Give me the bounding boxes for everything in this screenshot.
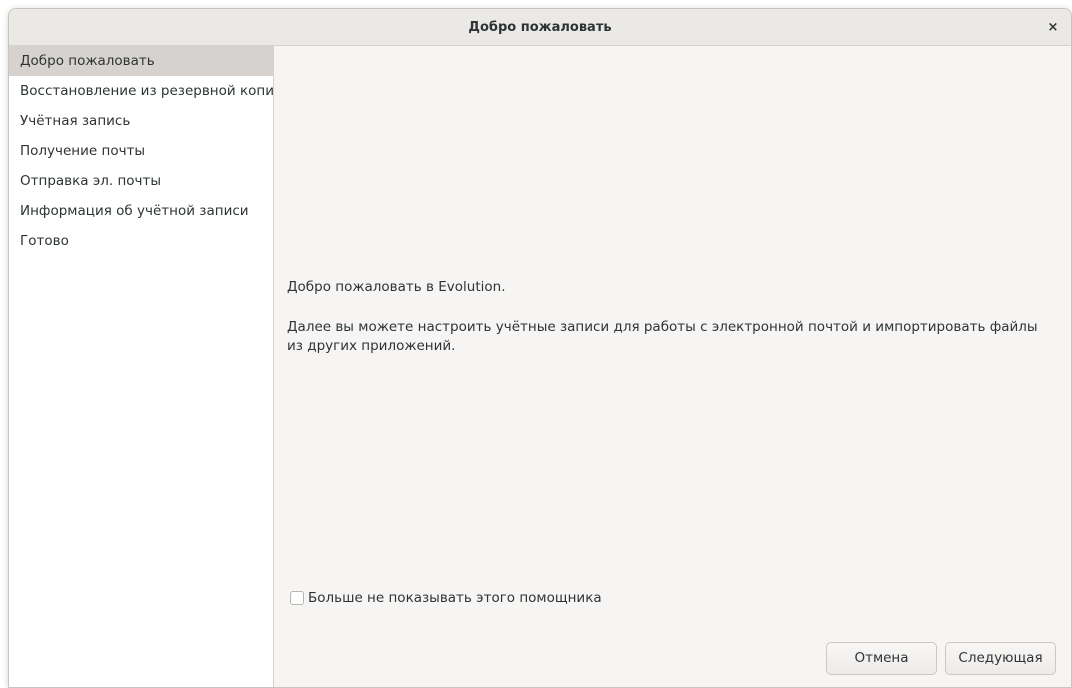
content-pane: Добро пожаловать в Evolution. Далее вы м… <box>274 46 1071 687</box>
close-icon[interactable]: × <box>1041 16 1065 40</box>
assistant-window: Добро пожаловать × Добро пожаловать Восс… <box>8 8 1072 688</box>
description-text: Далее вы можете настроить учётные записи… <box>287 319 1038 354</box>
cancel-button[interactable]: Отмена <box>826 642 937 675</box>
welcome-text: Добро пожаловать в Evolution. <box>287 279 506 295</box>
sidebar-item-receiving-mail[interactable]: Получение почты <box>9 136 273 166</box>
dont-show-again-row[interactable]: Больше не показывать этого помощника <box>290 590 602 606</box>
sidebar-item-account-info[interactable]: Информация об учётной записи <box>9 196 273 226</box>
window-title: Добро пожаловать <box>468 20 612 35</box>
sidebar-item-account[interactable]: Учётная запись <box>9 106 273 136</box>
sidebar-item-done[interactable]: Готово <box>9 226 273 256</box>
dont-show-again-label: Больше не показывать этого помощника <box>308 590 602 606</box>
sidebar-item-sending-mail[interactable]: Отправка эл. почты <box>9 166 273 196</box>
next-button[interactable]: Следующая <box>945 642 1056 675</box>
titlebar: Добро пожаловать × <box>9 9 1071 46</box>
dont-show-again-checkbox[interactable] <box>290 591 304 605</box>
steps-sidebar: Добро пожаловать Восстановление из резер… <box>9 46 283 687</box>
sidebar-item-welcome[interactable]: Добро пожаловать <box>9 46 273 76</box>
sidebar-item-restore-backup[interactable]: Восстановление из резервной копии <box>9 76 283 106</box>
